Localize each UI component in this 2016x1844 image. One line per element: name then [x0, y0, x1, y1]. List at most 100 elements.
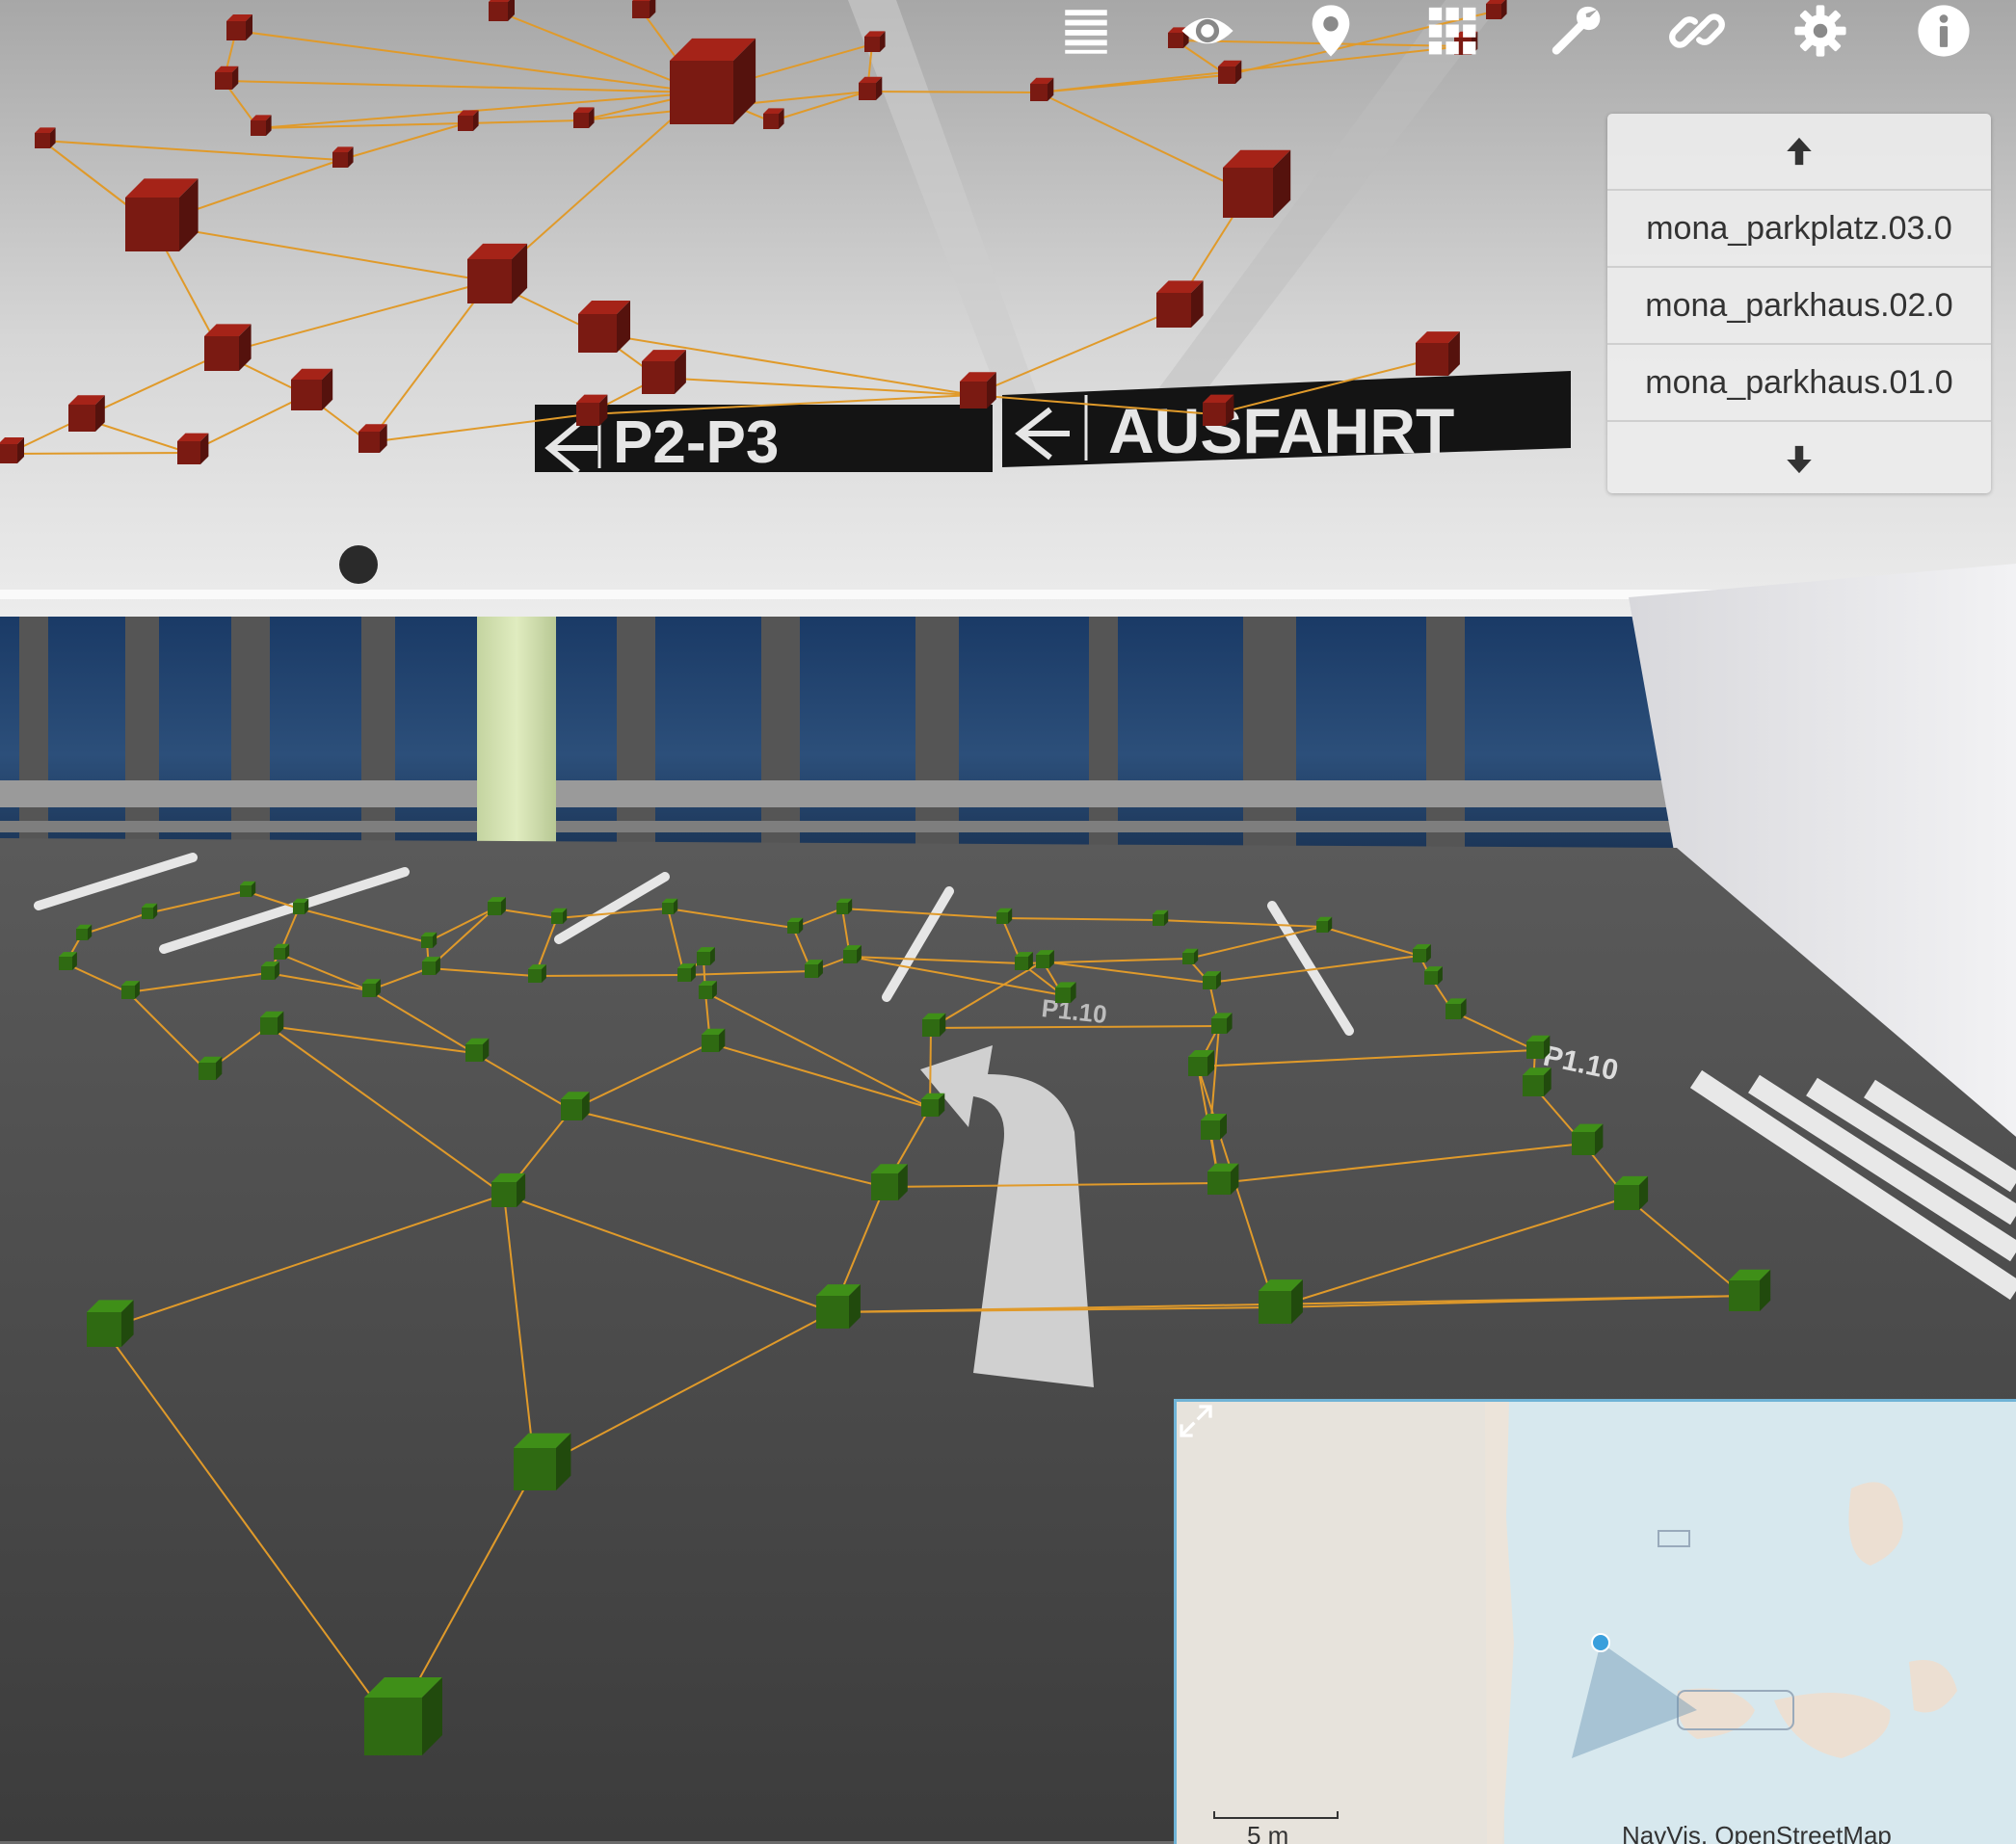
graph-node[interactable]: [921, 1093, 945, 1117]
graph-node[interactable]: [1207, 1163, 1239, 1195]
graph-node[interactable]: [662, 898, 678, 914]
expand-icon[interactable]: [1177, 1402, 1215, 1440]
graph-node[interactable]: [1424, 966, 1443, 985]
graph-node[interactable]: [364, 1677, 442, 1755]
graph-node[interactable]: [561, 1092, 590, 1120]
graph-node[interactable]: [805, 960, 823, 978]
graph-node[interactable]: [125, 178, 199, 251]
graph-node[interactable]: [787, 917, 804, 934]
grid-icon[interactable]: [1414, 2, 1491, 60]
graph-node[interactable]: [1203, 394, 1234, 426]
graph-node[interactable]: [576, 394, 608, 426]
link-icon[interactable]: [1658, 2, 1736, 60]
floor-item[interactable]: mona_parkhaus.02.0: [1607, 266, 1991, 343]
graph-node[interactable]: [670, 38, 756, 124]
graph-node[interactable]: [68, 395, 105, 432]
graph-node[interactable]: [514, 1433, 571, 1490]
graph-node[interactable]: [261, 962, 279, 980]
graph-node[interactable]: [142, 903, 158, 919]
graph-node[interactable]: [859, 76, 883, 100]
eye-icon[interactable]: [1169, 2, 1246, 60]
graph-node[interactable]: [816, 1284, 861, 1329]
graph-node[interactable]: [1211, 1013, 1233, 1034]
graph-node[interactable]: [1203, 971, 1221, 989]
graph-node[interactable]: [362, 979, 381, 997]
graph-node[interactable]: [226, 14, 252, 40]
graph-node[interactable]: [1259, 1279, 1303, 1324]
graph-node[interactable]: [199, 1056, 223, 1080]
graph-node[interactable]: [1729, 1269, 1771, 1311]
graph-node[interactable]: [1572, 1123, 1604, 1155]
graph-node[interactable]: [642, 350, 686, 394]
list-icon[interactable]: [1048, 2, 1125, 60]
graph-node[interactable]: [467, 243, 528, 303]
graph-node[interactable]: [922, 1013, 946, 1037]
floor-item[interactable]: mona_parkplatz.03.0: [1607, 189, 1991, 266]
graph-node[interactable]: [291, 368, 333, 410]
graph-node[interactable]: [1156, 280, 1204, 328]
graph-node[interactable]: [573, 107, 595, 128]
graph-node[interactable]: [332, 146, 354, 168]
graph-node[interactable]: [1218, 60, 1242, 84]
floor-up-button[interactable]: [1607, 114, 1991, 189]
graph-node[interactable]: [215, 66, 239, 90]
graph-node[interactable]: [491, 1172, 526, 1207]
graph-node[interactable]: [204, 324, 252, 371]
graph-node[interactable]: [578, 301, 630, 353]
graph-node[interactable]: [1526, 1035, 1551, 1059]
graph-node[interactable]: [843, 945, 862, 963]
graph-node[interactable]: [996, 908, 1013, 924]
gear-icon[interactable]: [1782, 2, 1859, 60]
graph-node[interactable]: [260, 1011, 284, 1035]
graph-node[interactable]: [465, 1038, 490, 1062]
graph-node[interactable]: [358, 424, 387, 453]
graph-node[interactable]: [1030, 77, 1054, 101]
graph-node[interactable]: [488, 897, 506, 915]
graph-node[interactable]: [864, 31, 886, 52]
graph-node[interactable]: [240, 881, 256, 897]
graph-node[interactable]: [1055, 982, 1076, 1003]
graph-node[interactable]: [699, 981, 717, 999]
graph-node[interactable]: [1015, 952, 1033, 970]
graph-node[interactable]: [121, 981, 140, 999]
graph-node[interactable]: [422, 957, 440, 975]
map-marker-icon[interactable]: [1292, 2, 1369, 60]
graph-node[interactable]: [177, 433, 209, 464]
wrench-icon[interactable]: [1537, 2, 1614, 60]
graph-node[interactable]: [960, 372, 996, 408]
graph-node[interactable]: [1223, 149, 1291, 218]
graph-node[interactable]: [702, 1028, 726, 1052]
graph-node[interactable]: [76, 924, 93, 940]
minimap[interactable]: 5 m NavVis, OpenStreetMap: [1174, 1399, 2016, 1844]
graph-node[interactable]: [677, 963, 696, 982]
info-icon[interactable]: [1905, 2, 1982, 60]
graph-node[interactable]: [1316, 916, 1333, 933]
graph-node[interactable]: [1188, 1050, 1214, 1076]
graph-node[interactable]: [1201, 1114, 1227, 1140]
graph-node[interactable]: [274, 943, 290, 960]
graph-node[interactable]: [1182, 948, 1199, 964]
graph-node[interactable]: [489, 0, 515, 21]
graph-node[interactable]: [1416, 331, 1460, 376]
graph-node[interactable]: [1446, 998, 1467, 1019]
floor-item[interactable]: mona_parkhaus.01.0: [1607, 343, 1991, 422]
graph-node[interactable]: [1523, 1067, 1552, 1096]
graph-node[interactable]: [528, 964, 546, 983]
graph-node[interactable]: [697, 947, 715, 965]
graph-node[interactable]: [0, 437, 24, 463]
graph-node[interactable]: [836, 898, 853, 914]
graph-node[interactable]: [871, 1164, 908, 1200]
graph-node[interactable]: [251, 115, 272, 136]
graph-node[interactable]: [293, 898, 309, 914]
graph-node[interactable]: [632, 0, 656, 18]
graph-node[interactable]: [87, 1300, 134, 1347]
floor-down-button[interactable]: [1607, 422, 1991, 493]
graph-node[interactable]: [1614, 1175, 1649, 1210]
graph-node[interactable]: [1413, 944, 1431, 962]
graph-node[interactable]: [421, 932, 438, 948]
graph-node[interactable]: [35, 127, 56, 148]
graph-node[interactable]: [1036, 950, 1054, 968]
graph-node[interactable]: [551, 908, 568, 924]
map-attribution[interactable]: NavVis, OpenStreetMap: [1622, 1821, 1892, 1844]
graph-node[interactable]: [763, 108, 784, 129]
